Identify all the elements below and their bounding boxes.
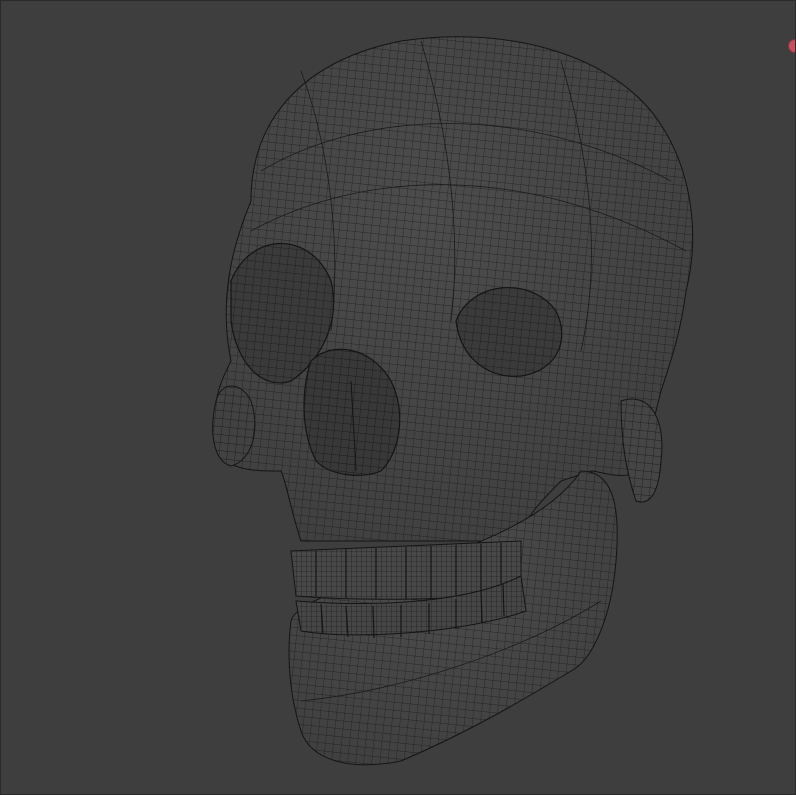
3d-viewport[interactable] [0,0,796,795]
record-dot-icon[interactable] [788,39,795,53]
skull-wireframe-model [1,1,795,794]
